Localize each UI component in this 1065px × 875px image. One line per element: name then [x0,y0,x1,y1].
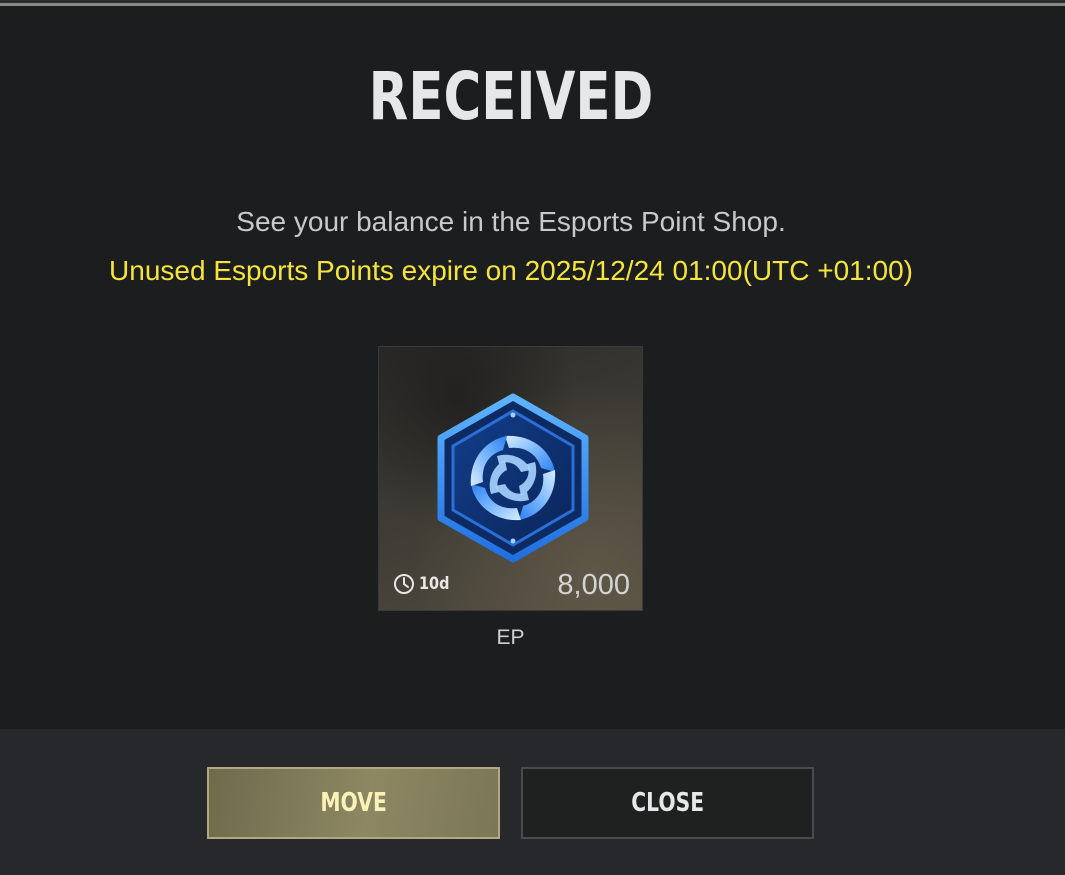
duration-label: 10d [419,574,450,594]
dialog-title: RECEIVED [368,58,654,135]
item-name: EP [496,626,525,649]
expiry-note: Unused Esports Points expire on 2025/12/… [109,255,913,286]
close-button[interactable]: CLOSE [521,767,814,839]
move-button-label: MOVE [320,788,387,818]
move-button[interactable]: MOVE [207,767,500,839]
received-dialog: RECEIVED See your balance in the Esports… [0,6,1065,729]
duration-indicator: 10d [393,573,455,595]
item-amount: 8,000 [557,569,630,601]
close-button-label: CLOSE [631,788,704,818]
balance-note: See your balance in the Esports Point Sh… [236,206,786,237]
reward-item-card[interactable]: 10d 8,000 [378,346,643,611]
clock-icon [394,574,414,594]
esports-point-icon [437,393,589,563]
dialog-footer: MOVE CLOSE [0,729,1065,875]
